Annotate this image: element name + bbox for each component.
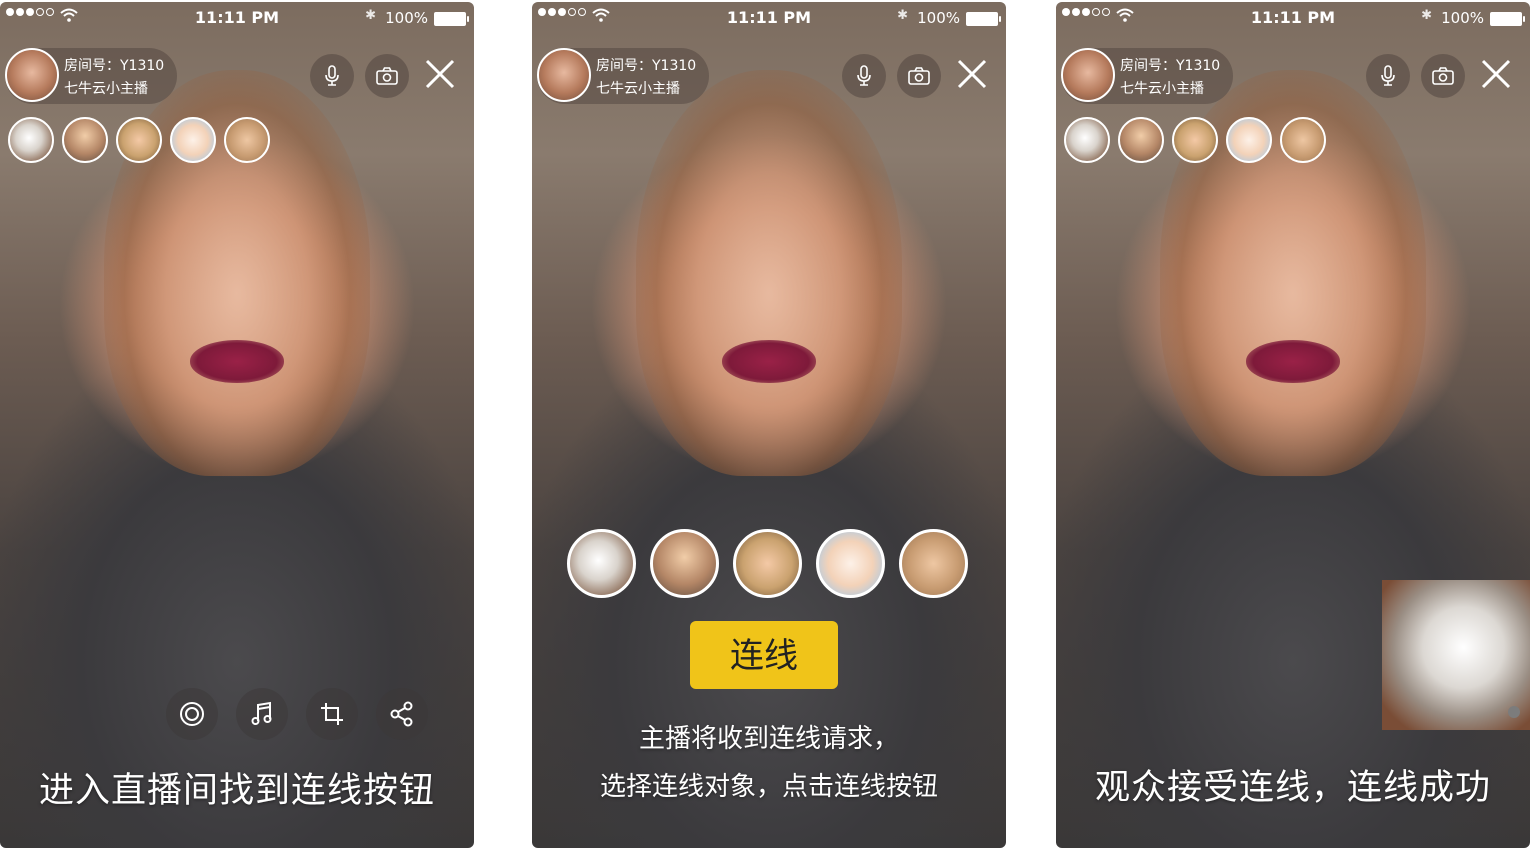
music-button[interactable] (236, 688, 288, 740)
status-bar: 11:11 PM ✱ 100% (1056, 2, 1530, 34)
audience-avatar-kid[interactable] (224, 117, 270, 163)
audience-avatar-baby[interactable] (116, 117, 162, 163)
crop-button[interactable] (306, 688, 358, 740)
status-bar: 11:11 PM ✱ 100% (0, 2, 474, 34)
host-info[interactable]: 房间号：Y1310 七牛云小主播 (1061, 48, 1233, 104)
share-icon (390, 701, 413, 727)
step-caption: 观众接受连线，连线成功 (1094, 768, 1491, 808)
battery-icon (966, 12, 1001, 26)
mic-icon (325, 65, 339, 86)
room-number: 房间号：Y1310 (1120, 58, 1221, 74)
mic-button[interactable] (310, 54, 354, 98)
audience-avatar-baby[interactable] (1172, 117, 1218, 163)
link-target-boy[interactable] (650, 529, 719, 598)
link-target-list (567, 529, 968, 598)
audience-avatar-anime[interactable] (1226, 117, 1272, 163)
mic-icon (1381, 65, 1395, 86)
bluetooth-icon: ✱ (365, 8, 376, 23)
mic-button[interactable] (842, 54, 886, 98)
bottom-toolbar (166, 688, 428, 740)
audience-avatar-cat[interactable] (8, 117, 54, 163)
battery-percent: 100% (385, 9, 428, 27)
audience-avatar-cat[interactable] (1064, 117, 1110, 163)
host-avatar[interactable] (1061, 48, 1115, 102)
step-caption-line1: 主播将收到连线请求， (638, 724, 899, 754)
battery-percent: 100% (1441, 9, 1484, 27)
host-name: 七牛云小主播 (1120, 81, 1204, 97)
host-avatar[interactable] (537, 48, 591, 102)
music-icon (251, 701, 272, 725)
close-icon (957, 59, 987, 89)
camera-icon (376, 67, 398, 85)
bluetooth-icon: ✱ (1421, 8, 1432, 23)
linked-viewer-video[interactable] (1382, 580, 1530, 730)
crop-icon (321, 703, 343, 725)
share-button[interactable] (376, 688, 428, 740)
battery-icon (434, 12, 469, 26)
link-target-baby[interactable] (733, 529, 802, 598)
audience-avatar-kid[interactable] (1280, 117, 1326, 163)
battery-percent: 100% (917, 9, 960, 27)
host-avatar[interactable] (5, 48, 59, 102)
camera-button[interactable] (365, 54, 409, 98)
link-target-kid[interactable] (899, 529, 968, 598)
mic-icon (857, 65, 871, 86)
step-caption-line2: 选择连线对象，点击连线按钮 (599, 772, 938, 802)
mic-button[interactable] (1366, 54, 1410, 98)
link-button[interactable]: 连线 (690, 621, 838, 689)
link-target-anime[interactable] (816, 529, 885, 598)
host-info[interactable]: 房间号：Y1310 七牛云小主播 (5, 48, 177, 104)
close-button[interactable] (422, 58, 458, 94)
room-number: 房间号：Y1310 (596, 58, 697, 74)
audience-avatar-boy[interactable] (62, 117, 108, 163)
host-name: 七牛云小主播 (64, 81, 148, 97)
camera-icon (1432, 67, 1454, 85)
step-caption: 进入直播间找到连线按钮 (38, 771, 435, 811)
beauty-icon (180, 702, 204, 726)
battery-icon (1490, 12, 1525, 26)
close-icon (1481, 59, 1511, 89)
audience-list (8, 117, 270, 163)
beauty-button[interactable] (166, 688, 218, 740)
close-button[interactable] (1478, 58, 1514, 94)
status-bar: 11:11 PM ✱ 100% (532, 2, 1006, 34)
close-icon (425, 59, 455, 89)
pip-indicator-dot (1508, 706, 1520, 718)
room-number: 房间号：Y1310 (64, 58, 165, 74)
camera-icon (908, 67, 930, 85)
phone-screen-2: 11:11 PM ✱ 100% 房间号：Y1310 七牛云小主播 连线 主播将收… (532, 2, 1006, 848)
host-info[interactable]: 房间号：Y1310 七牛云小主播 (537, 48, 709, 104)
audience-avatar-anime[interactable] (170, 117, 216, 163)
audience-avatar-boy[interactable] (1118, 117, 1164, 163)
camera-button[interactable] (897, 54, 941, 98)
phone-screen-3: 11:11 PM ✱ 100% 房间号：Y1310 七牛云小主播 观众接受连线，… (1056, 2, 1530, 848)
audience-list (1064, 117, 1326, 163)
close-button[interactable] (954, 58, 990, 94)
host-name: 七牛云小主播 (596, 81, 680, 97)
camera-button[interactable] (1421, 54, 1465, 98)
phone-screen-1: 11:11 PM ✱ 100% 房间号：Y1310 七牛云小主播 进入直播间找到… (0, 2, 474, 848)
bluetooth-icon: ✱ (897, 8, 908, 23)
link-target-cat[interactable] (567, 529, 636, 598)
